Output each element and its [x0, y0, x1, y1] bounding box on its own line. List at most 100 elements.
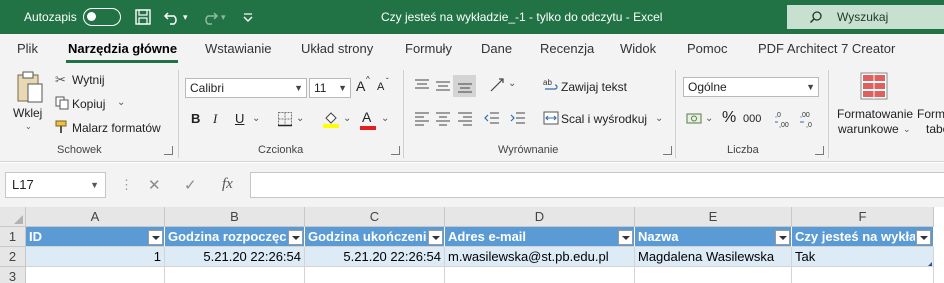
filter-dropdown-icon[interactable]	[288, 230, 303, 245]
font-color-icon[interactable]: A	[362, 109, 371, 125]
undo-icon[interactable]	[162, 7, 182, 27]
empty-cell[interactable]	[635, 267, 792, 283]
bold-button[interactable]: B	[191, 111, 200, 126]
select-all-button[interactable]	[0, 207, 26, 227]
row-header-1[interactable]: 1	[0, 227, 26, 247]
orientation-dropdown-icon[interactable]: ⌄	[508, 78, 516, 89]
table-header-cell[interactable]: Nazwa	[635, 227, 792, 247]
empty-cell[interactable]	[792, 267, 934, 283]
decrease-indent-icon[interactable]	[484, 110, 500, 126]
cancel-icon[interactable]: ✕	[148, 176, 161, 194]
align-center-icon[interactable]	[435, 110, 451, 126]
merge-center-icon[interactable]	[543, 110, 559, 126]
font-size-combo[interactable]: 11 ▼	[309, 78, 351, 98]
insert-function-button[interactable]: fx	[222, 176, 233, 193]
decrease-decimal-icon[interactable]: ,00 ,0	[799, 108, 819, 130]
filter-dropdown-icon[interactable]	[428, 230, 443, 245]
number-launcher-icon[interactable]	[815, 146, 824, 155]
table-header-cell[interactable]: ID	[26, 227, 165, 247]
column-header-b[interactable]: B	[165, 207, 305, 227]
save-icon[interactable]	[133, 7, 153, 27]
row-header-3[interactable]: 3	[0, 267, 26, 283]
redo-dropdown-icon[interactable]: ▾	[221, 0, 226, 34]
increase-indent-icon[interactable]	[510, 110, 526, 126]
currency-format-icon[interactable]	[686, 111, 704, 127]
column-header-a[interactable]: A	[26, 207, 165, 227]
name-box[interactable]: L17 ▼	[5, 172, 106, 198]
paste-label[interactable]: Wklej	[13, 106, 42, 120]
tab-help[interactable]: Pomoc	[687, 41, 727, 56]
merge-center-label[interactable]: Scal i wyśrodkuj	[561, 112, 647, 126]
thousands-separator-button[interactable]: 000	[743, 113, 761, 125]
table-cell[interactable]: 1	[26, 247, 165, 267]
name-box-dropdown-icon[interactable]: ▼	[90, 173, 99, 197]
formula-bar-grip-icon[interactable]: ⋮	[120, 177, 133, 193]
font-name-combo[interactable]: Calibri ▼	[185, 78, 307, 98]
format-painter-icon[interactable]	[55, 120, 69, 134]
table-cell[interactable]: Magdalena Wasilewska	[635, 247, 792, 267]
column-header-d[interactable]: D	[445, 207, 635, 227]
decrease-font-icon[interactable]: A	[377, 81, 384, 93]
conditional-formatting-dropdown-icon[interactable]: ⌄	[903, 124, 911, 135]
underline-button[interactable]: U	[235, 111, 244, 126]
copy-icon[interactable]	[55, 96, 69, 110]
tab-formulas[interactable]: Formuły	[405, 41, 452, 56]
tab-insert[interactable]: Wstawianie	[205, 41, 271, 56]
wrap-text-label[interactable]: Zawijaj tekst	[561, 80, 627, 94]
clipboard-launcher-icon[interactable]	[164, 146, 173, 155]
column-header-f[interactable]: F	[792, 207, 934, 227]
customize-qat-icon[interactable]	[238, 7, 258, 27]
empty-cell[interactable]	[26, 267, 165, 283]
formula-input[interactable]	[250, 172, 944, 198]
fill-color-dropdown-icon[interactable]: ⌄	[343, 113, 351, 124]
align-left-icon[interactable]	[414, 110, 430, 126]
alignment-launcher-icon[interactable]	[663, 146, 672, 155]
table-header-cell[interactable]: Czy jesteś na wykładzie	[792, 227, 934, 247]
orientation-icon[interactable]	[488, 76, 506, 94]
redo-icon[interactable]	[200, 7, 220, 27]
tab-home[interactable]: Narzędzia główne	[68, 41, 177, 56]
autosave-toggle[interactable]	[83, 8, 121, 26]
increase-decimal-icon[interactable]: ,0 ,00	[774, 108, 794, 130]
format-as-table-label-line2[interactable]: tabelę	[926, 122, 944, 136]
filter-dropdown-icon[interactable]	[916, 230, 931, 245]
table-cell[interactable]: Tak	[792, 247, 934, 267]
align-right-icon[interactable]	[457, 110, 473, 126]
table-cell[interactable]: m.wasilewska@st.pb.edu.pl	[445, 247, 635, 267]
search-box[interactable]: Wyszukaj	[787, 5, 944, 29]
paste-dropdown-icon[interactable]: ⌄	[25, 122, 32, 131]
paste-icon[interactable]	[14, 70, 46, 104]
table-header-cell[interactable]: Adres e-mail	[445, 227, 635, 247]
tab-pdf-architect[interactable]: PDF Architect 7 Creator	[758, 41, 895, 56]
borders-dropdown-icon[interactable]: ⌄	[296, 113, 304, 124]
empty-cell[interactable]	[445, 267, 635, 283]
filter-dropdown-icon[interactable]	[148, 230, 163, 245]
align-top-icon[interactable]	[414, 78, 430, 94]
filter-dropdown-icon[interactable]	[775, 230, 790, 245]
column-header-e[interactable]: E	[635, 207, 792, 227]
tab-review[interactable]: Recenzja	[540, 41, 594, 56]
table-cell[interactable]: 5.21.20 22:26:54	[165, 247, 305, 267]
font-color-dropdown-icon[interactable]: ⌄	[381, 113, 389, 124]
empty-cell[interactable]	[305, 267, 445, 283]
undo-dropdown-icon[interactable]: ▾	[183, 0, 188, 34]
cut-label[interactable]: Wytnij	[72, 73, 105, 87]
table-resize-handle-icon[interactable]	[928, 262, 932, 266]
enter-icon[interactable]: ✓	[184, 176, 197, 194]
font-launcher-icon[interactable]	[391, 146, 400, 155]
number-format-dropdown-icon[interactable]: ▼	[806, 78, 815, 96]
tab-data[interactable]: Dane	[481, 41, 512, 56]
cut-icon[interactable]: ✂	[55, 72, 66, 88]
font-name-dropdown-icon[interactable]: ▼	[294, 79, 303, 97]
tab-page-layout[interactable]: Układ strony	[301, 41, 373, 56]
wrap-text-icon[interactable]: ab	[543, 77, 559, 93]
align-bottom-icon[interactable]	[457, 78, 473, 94]
conditional-formatting-label-line1[interactable]: Formatowanie	[837, 107, 913, 121]
font-size-dropdown-icon[interactable]: ▼	[338, 79, 347, 97]
tab-file[interactable]: Plik	[17, 41, 38, 56]
fill-color-icon[interactable]	[322, 109, 340, 129]
conditional-formatting-label-line2[interactable]: warunkowe	[838, 122, 899, 136]
table-cell[interactable]: 5.21.20 22:26:54	[305, 247, 445, 267]
format-as-table-label-line1[interactable]: Formatuj	[917, 107, 944, 121]
row-header-2[interactable]: 2	[0, 247, 26, 267]
